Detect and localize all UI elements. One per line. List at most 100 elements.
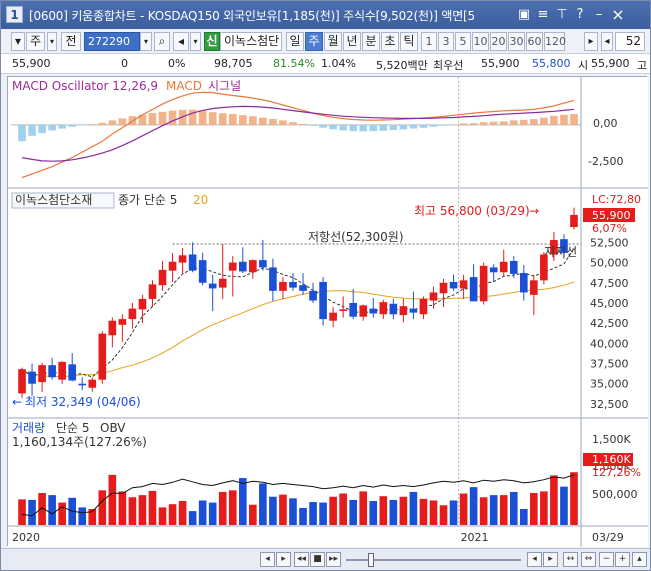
candle-body	[68, 364, 77, 381]
macd-bar	[58, 124, 66, 129]
best-ask: 55,900	[481, 57, 520, 70]
high-arrow-icon: →	[529, 204, 539, 218]
search-icon[interactable]: ⌕	[154, 32, 170, 51]
new-badge: 신	[204, 32, 220, 51]
volume-bar	[540, 491, 548, 525]
interval-10[interactable]: 10	[472, 32, 489, 51]
zoom-handle[interactable]	[368, 553, 374, 567]
stock-code-input[interactable]: 272290	[84, 32, 140, 51]
restore-icon[interactable]: ▣	[516, 6, 532, 23]
macd-bar	[419, 124, 428, 128]
macd-bar	[319, 124, 327, 128]
interval-5[interactable]: 5	[455, 32, 471, 51]
support-label: 지지선	[544, 245, 577, 259]
dropdown-icon[interactable]: ▾	[11, 32, 25, 51]
sound-icon[interactable]: ◂	[173, 32, 189, 51]
period-3[interactable]: 년	[343, 32, 361, 51]
count-input[interactable]: 52	[615, 32, 645, 51]
interval-next-icon[interactable]: ▸	[584, 32, 598, 51]
volume-bar	[299, 507, 307, 525]
quote-change-pct: 0%	[168, 57, 186, 70]
volume-bar	[18, 499, 26, 525]
quote-turnover: 1.04%	[321, 57, 356, 70]
market-select[interactable]: 주	[26, 32, 45, 51]
candle-body	[178, 255, 187, 263]
zoom-in-icon[interactable]: +	[615, 552, 630, 567]
low-arrow-icon: ←	[12, 395, 22, 409]
volume-bar	[158, 507, 167, 525]
period-5[interactable]: 초	[381, 32, 399, 51]
prev-button[interactable]: 전	[61, 32, 81, 51]
macd-bar	[158, 111, 167, 125]
macd-label: MACD Oscillator 12,26,9	[12, 79, 158, 93]
period-6[interactable]: 틱	[400, 32, 418, 51]
last-price-value: 55,900	[592, 209, 631, 222]
candle-body	[128, 308, 137, 320]
macd-bar	[78, 124, 87, 126]
pan-right-icon[interactable]: ▸	[543, 552, 558, 567]
volume-bar	[309, 502, 317, 525]
stop-icon[interactable]: ■	[310, 552, 325, 567]
fast-back-icon[interactable]: ◂◂	[294, 552, 309, 567]
period-4[interactable]: 분	[362, 32, 380, 51]
menu-icon[interactable]: ≡	[535, 6, 551, 23]
shrink-icon[interactable]: ⇔	[581, 552, 596, 567]
candle-body	[359, 305, 368, 317]
macd-bar	[309, 124, 317, 126]
toolbar: ▾ 주 ▾ 전 272290 ▾ ⌕ ◂ ▾ 신 이녹스첨단 ▸ ◂ 52 일주…	[1, 29, 650, 54]
app-icon: 1	[6, 6, 23, 23]
quote-volume: 98,705	[214, 57, 253, 70]
candle-body	[469, 277, 478, 302]
volume-bar	[329, 496, 337, 525]
macd-bar	[48, 124, 56, 131]
code-dropdown-icon[interactable]: ▾	[140, 32, 152, 51]
x-label-2021: 2021	[461, 531, 489, 544]
expand-icon[interactable]: ↔	[563, 552, 578, 567]
macd-bar	[108, 120, 117, 125]
macd-bar	[349, 124, 358, 132]
best-ask-label: 최우선	[433, 59, 464, 72]
volume-bar	[369, 501, 378, 525]
interval-120[interactable]: 120	[544, 32, 566, 51]
candle-body	[379, 302, 388, 315]
macd-bar	[228, 114, 237, 125]
market-dropdown-icon[interactable]: ▾	[47, 32, 57, 51]
candle-body	[28, 371, 36, 384]
period-0[interactable]: 일	[286, 32, 304, 51]
interval-1[interactable]: 1	[421, 32, 437, 51]
pin-icon[interactable]: ⊤	[554, 6, 570, 23]
interval-20[interactable]: 20	[490, 32, 507, 51]
price-tick: 42,500	[590, 317, 629, 330]
next-icon[interactable]: ▸	[276, 552, 291, 567]
interval-3[interactable]: 3	[438, 32, 454, 51]
macd-bar	[469, 123, 478, 125]
close-icon[interactable]: ×	[610, 6, 626, 23]
high-label: 고	[637, 59, 648, 72]
help-icon[interactable]: ?	[572, 6, 588, 23]
minimize-icon[interactable]: –	[591, 6, 607, 23]
prev-icon[interactable]: ◂	[260, 552, 275, 567]
zoom-out-icon[interactable]: −	[599, 552, 614, 567]
low-annotation: 최저 32,349 (04/06)	[25, 395, 141, 409]
pan-left-icon[interactable]: ◂	[527, 552, 542, 567]
interval-60[interactable]: 60	[526, 32, 543, 51]
chart-area[interactable]: MACD Oscillator 12,26,9 MACD 시그널 0,00 -2,500…	[7, 76, 648, 547]
period-2[interactable]: 월	[324, 32, 342, 51]
interval-30[interactable]: 30	[508, 32, 525, 51]
ma-label: 종가 단순 5	[118, 193, 177, 207]
quote-price: 55,900	[12, 57, 51, 70]
macd-bar	[489, 121, 498, 125]
volume-bar	[550, 475, 558, 525]
stock-chart[interactable]: MACD Oscillator 12,26,9 MACD 시그널 0,00 -2,500…	[8, 77, 648, 547]
play-icon[interactable]: ▸▸	[326, 552, 341, 567]
open-label: 시	[578, 59, 589, 72]
period-1[interactable]: 주	[305, 32, 323, 51]
volume-bar	[259, 483, 267, 525]
volume-bar	[118, 491, 127, 525]
macd-bar	[118, 118, 127, 125]
sound-dropdown-icon[interactable]: ▾	[190, 32, 201, 51]
scroll-up-icon[interactable]: ▴	[632, 552, 647, 567]
interval-prev-icon[interactable]: ◂	[601, 32, 613, 51]
candle-body	[319, 281, 327, 320]
macd-bar	[550, 115, 558, 125]
